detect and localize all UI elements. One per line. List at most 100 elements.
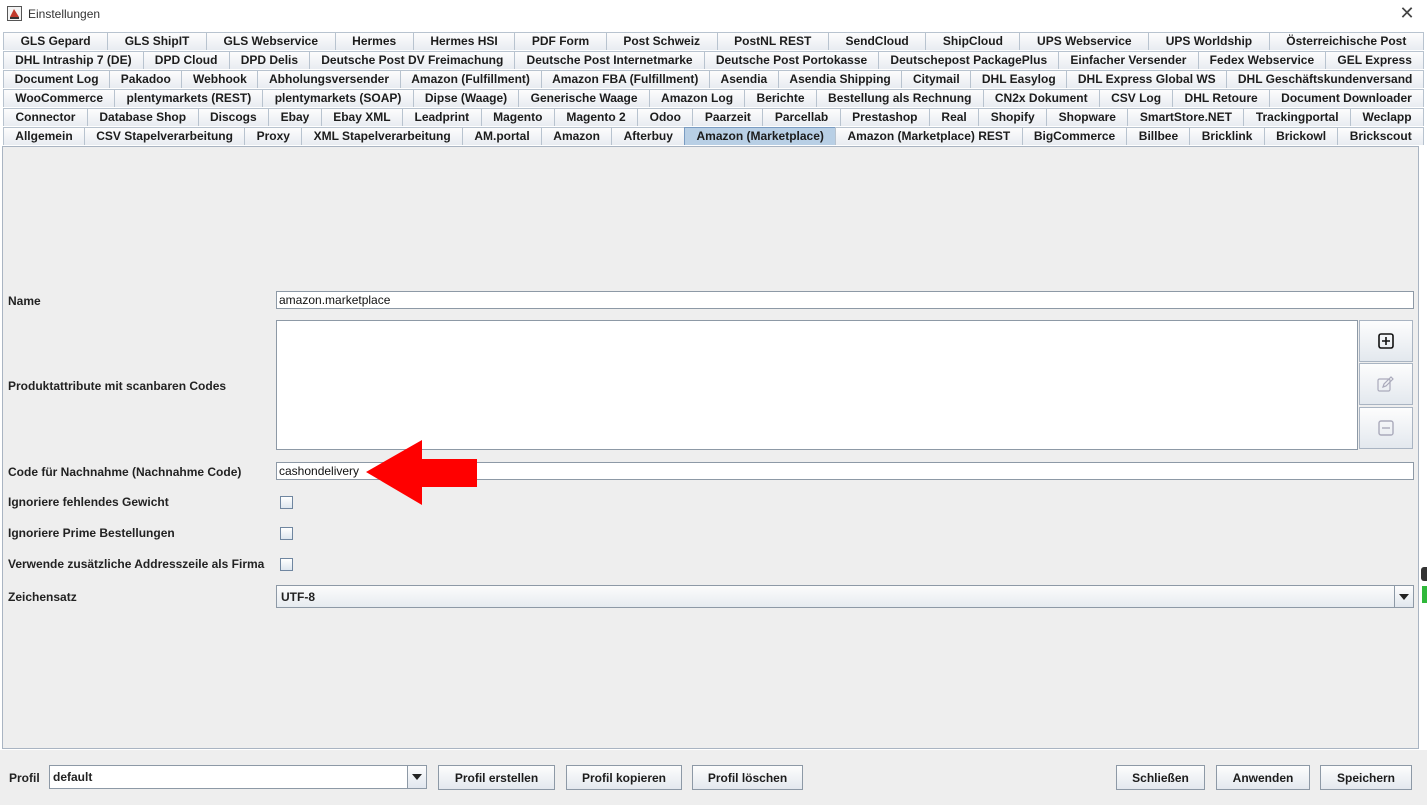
tab-citymail[interactable]: Citymail <box>901 70 972 88</box>
tab-parcellab[interactable]: Parcellab <box>762 108 841 126</box>
tab-asendia[interactable]: Asendia <box>708 70 779 88</box>
tab-österreichische-post[interactable]: Österreichische Post <box>1268 32 1424 50</box>
tab-database-shop[interactable]: Database Shop <box>86 108 199 126</box>
tab-deutsche-post-portokasse[interactable]: Deutsche Post Portokasse <box>703 51 880 69</box>
tab-am-portal[interactable]: AM.portal <box>462 127 542 145</box>
apply-button[interactable]: Anwenden <box>1216 765 1310 790</box>
tab-dhl-express-global-ws[interactable]: DHL Express Global WS <box>1066 70 1228 88</box>
tab-xml-stapelverarbeitung[interactable]: XML Stapelverarbeitung <box>301 127 464 145</box>
ignore-prime-checkbox[interactable] <box>280 527 293 540</box>
tab-gls-webservice[interactable]: GLS Webservice <box>205 32 336 50</box>
tab-pakadoo[interactable]: Pakadoo <box>109 70 183 88</box>
ignore-prime-label: Ignoriere Prime Bestellungen <box>8 526 175 540</box>
tab-connector[interactable]: Connector <box>3 108 88 126</box>
title-bar: Einstellungen ✕ <box>0 0 1427 28</box>
tab-odoo[interactable]: Odoo <box>637 108 694 126</box>
profile-dropdown-button[interactable] <box>407 766 426 788</box>
tab-amazon-marketplace[interactable]: Amazon (Marketplace) <box>684 127 837 145</box>
tab-hermes[interactable]: Hermes <box>334 32 414 50</box>
tab-gel-express[interactable]: GEL Express <box>1325 51 1424 69</box>
tab-leadprint[interactable]: Leadprint <box>402 108 482 126</box>
tab-discogs[interactable]: Discogs <box>197 108 270 126</box>
tab-post-schweiz[interactable]: Post Schweiz <box>605 32 718 50</box>
create-profile-button[interactable]: Profil erstellen <box>438 765 555 790</box>
add-attribute-button[interactable] <box>1359 320 1413 362</box>
tab-bigcommerce[interactable]: BigCommerce <box>1021 127 1128 145</box>
tab-amazon-fba-fulfillment[interactable]: Amazon FBA (Fulfillment) <box>540 70 710 88</box>
tab-hermes-hsi[interactable]: Hermes HSI <box>412 32 516 50</box>
tab-trackingportal[interactable]: Trackingportal <box>1243 108 1351 126</box>
tab-woocommerce[interactable]: WooCommerce <box>3 89 116 107</box>
tab-postnl-rest[interactable]: PostNL REST <box>716 32 829 50</box>
tab-shopify[interactable]: Shopify <box>978 108 1048 126</box>
tab-cn2x-dokument[interactable]: CN2x Dokument <box>982 89 1100 107</box>
tab-csv-stapelverarbeitung[interactable]: CSV Stapelverarbeitung <box>83 127 246 145</box>
tab-einfacher-versender[interactable]: Einfacher Versender <box>1058 51 1199 69</box>
profile-select[interactable]: default <box>49 765 427 789</box>
extra-address-checkbox[interactable] <box>280 558 293 571</box>
tab-dpd-delis[interactable]: DPD Delis <box>228 51 311 69</box>
tab-dhl-easylog[interactable]: DHL Easylog <box>970 70 1068 88</box>
edit-attribute-button[interactable] <box>1359 363 1413 405</box>
tab-deutsche-post-internetmarke[interactable]: Deutsche Post Internetmarke <box>514 51 705 69</box>
tab-dpd-cloud[interactable]: DPD Cloud <box>142 51 230 69</box>
tab-abholungsversender[interactable]: Abholungsversender <box>257 70 401 88</box>
tab-plentymarkets-soap[interactable]: plentymarkets (SOAP) <box>262 89 414 107</box>
ignore-weight-checkbox[interactable] <box>280 496 293 509</box>
tab-bestellung-als-rechnung[interactable]: Bestellung als Rechnung <box>815 89 984 107</box>
close-button[interactable]: Schließen <box>1116 765 1205 790</box>
tab-deutsche-post-dv-freimachung[interactable]: Deutsche Post DV Freimachung <box>309 51 516 69</box>
tab-berichte[interactable]: Berichte <box>744 89 817 107</box>
tab-billbee[interactable]: Billbee <box>1126 127 1191 145</box>
tab-fedex-webservice[interactable]: Fedex Webservice <box>1197 51 1327 69</box>
tab-real[interactable]: Real <box>928 108 980 126</box>
tab-paarzeit[interactable]: Paarzeit <box>692 108 764 126</box>
tab-pdf-form[interactable]: PDF Form <box>514 32 607 50</box>
tab-magento-2[interactable]: Magento 2 <box>553 108 639 126</box>
tab-smartstore-net[interactable]: SmartStore.NET <box>1127 108 1245 126</box>
tab-magento[interactable]: Magento <box>480 108 555 126</box>
tab-brickowl[interactable]: Brickowl <box>1263 127 1339 145</box>
tab-ups-webservice[interactable]: UPS Webservice <box>1019 32 1150 50</box>
tab-brickscout[interactable]: Brickscout <box>1337 127 1425 145</box>
tab-amazon-log[interactable]: Amazon Log <box>648 89 746 107</box>
tab-amazon[interactable]: Amazon <box>540 127 613 145</box>
tab-generische-waage[interactable]: Generische Waage <box>518 89 650 107</box>
tab-allgemein[interactable]: Allgemein <box>3 127 85 145</box>
tab-dhl-geschäftskundenversand[interactable]: DHL Geschäftskundenversand <box>1226 70 1424 88</box>
save-button[interactable]: Speichern <box>1320 765 1412 790</box>
close-window-button[interactable]: ✕ <box>1395 4 1419 24</box>
tab-ups-worldship[interactable]: UPS Worldship <box>1148 32 1270 50</box>
tab-document-downloader[interactable]: Document Downloader <box>1268 89 1425 107</box>
tab-asendia-shipping[interactable]: Asendia Shipping <box>777 70 903 88</box>
tab-shipcloud[interactable]: ShipCloud <box>925 32 1021 50</box>
tab-shopware[interactable]: Shopware <box>1046 108 1129 126</box>
tab-dipse-waage[interactable]: Dipse (Waage) <box>412 89 520 107</box>
tab-document-log[interactable]: Document Log <box>3 70 111 88</box>
tab-amazon-fulfillment[interactable]: Amazon (Fulfillment) <box>399 70 542 88</box>
name-input[interactable]: amazon.marketplace <box>276 291 1414 309</box>
tab-gls-gepard[interactable]: GLS Gepard <box>3 32 109 50</box>
charset-dropdown-button[interactable] <box>1394 586 1413 607</box>
tab-dhl-retoure[interactable]: DHL Retoure <box>1172 89 1270 107</box>
tab-bricklink[interactable]: Bricklink <box>1189 127 1265 145</box>
tab-proxy[interactable]: Proxy <box>244 127 303 145</box>
charset-select[interactable]: UTF-8 <box>276 585 1414 608</box>
product-attributes-list[interactable] <box>276 320 1358 450</box>
tab-dhl-intraship-7-de[interactable]: DHL Intraship 7 (DE) <box>3 51 144 69</box>
tab-plentymarkets-rest[interactable]: plentymarkets (REST) <box>114 89 264 107</box>
copy-profile-button[interactable]: Profil kopieren <box>566 765 682 790</box>
tab-sendcloud[interactable]: SendCloud <box>827 32 927 50</box>
tab-weclapp[interactable]: Weclapp <box>1350 108 1425 126</box>
tab-webhook[interactable]: Webhook <box>181 70 259 88</box>
tab-ebay[interactable]: Ebay <box>268 108 322 126</box>
tab-afterbuy[interactable]: Afterbuy <box>611 127 686 145</box>
tab-csv-log[interactable]: CSV Log <box>1098 89 1174 107</box>
tab-amazon-marketplace-rest[interactable]: Amazon (Marketplace) REST <box>835 127 1023 145</box>
tab-gls-shipit[interactable]: GLS ShipIT <box>107 32 207 50</box>
tab-deutschepost-packageplus[interactable]: Deutschepost PackagePlus <box>878 51 1060 69</box>
remove-attribute-button[interactable] <box>1359 407 1413 449</box>
tab-prestashop[interactable]: Prestashop <box>839 108 930 126</box>
delete-profile-button[interactable]: Profil löschen <box>692 765 803 790</box>
tab-ebay-xml[interactable]: Ebay XML <box>320 108 404 126</box>
